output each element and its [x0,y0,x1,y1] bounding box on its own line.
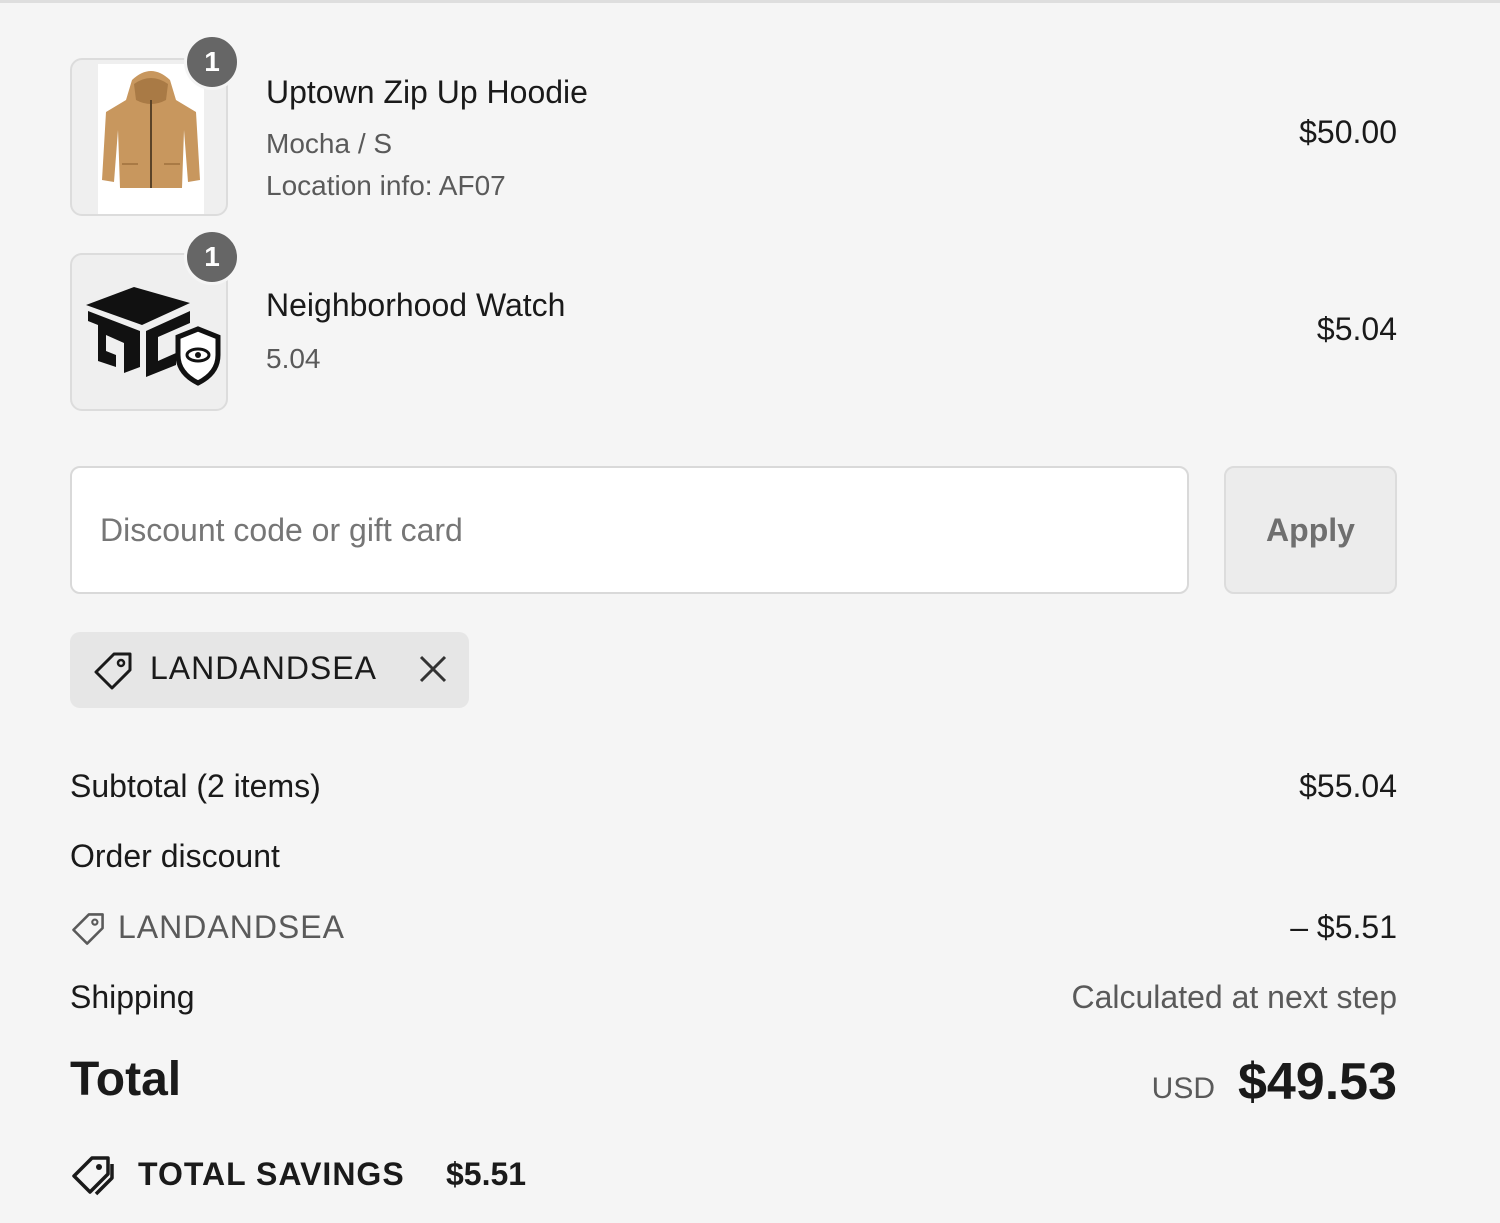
currency-code: USD [1151,1072,1215,1105]
shipping-value: Calculated at next step [1071,979,1397,1015]
product-thumbnail: 1 [70,229,240,411]
apply-button[interactable]: Apply [1224,466,1397,594]
applied-code-label: LANDANDSEA [150,650,377,686]
product-price: $5.04 [1316,311,1397,347]
line-item-hoodie: 1 Uptown Zip Up Hoodie Mocha / S Locatio… [70,34,1397,216]
line-item-neighborhood-watch: 1 Neighborhood Watch 5.04 $5.04 [70,229,1397,411]
tag-icon [94,652,132,690]
product-variant: 5.04 [266,343,321,374]
tags-icon [72,1156,114,1196]
product-name: Neighborhood Watch [266,287,566,323]
product-variant: Mocha / S [266,128,393,159]
savings-amount: $5.51 [446,1156,527,1192]
total-amount: $49.53 [1237,1053,1397,1111]
product-price: $50.00 [1299,114,1397,150]
tag-icon [72,913,104,945]
total-label: Total [70,1053,182,1106]
product-location: Location info: AF07 [266,170,506,201]
quantity-badge: 1 [184,229,240,285]
order-discount-label: Order discount [70,838,280,874]
subtotal-value: $55.04 [1299,768,1397,804]
discount-value: – $5.51 [1290,909,1397,945]
applied-discount-chip: LANDANDSEA [70,632,469,708]
quantity-badge: 1 [184,34,240,90]
discount-code-label: LANDANDSEA [118,909,345,945]
top-divider [0,0,1500,3]
close-icon[interactable] [412,648,454,690]
subtotal-label: Subtotal (2 items) [70,768,321,804]
product-name: Uptown Zip Up Hoodie [266,74,588,110]
discount-code-input[interactable] [70,466,1189,594]
savings-label: TOTAL SAVINGS [138,1156,405,1192]
shipping-label: Shipping [70,979,195,1015]
product-thumbnail: 1 [70,34,240,216]
